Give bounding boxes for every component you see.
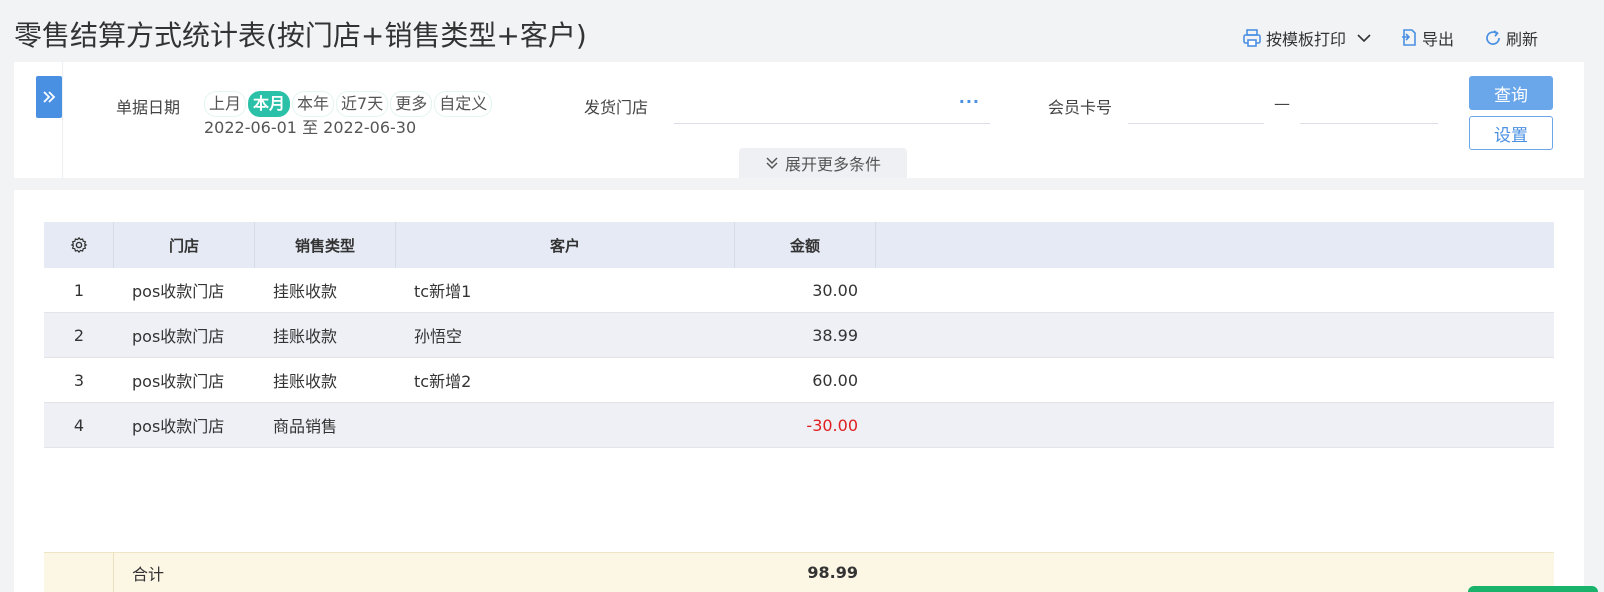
print-template-label: 按模板打印 — [1265, 30, 1346, 49]
member-card-separator: — — [1274, 94, 1290, 113]
total-filler — [876, 553, 1554, 592]
column-header-customer[interactable]: 客户 — [396, 222, 735, 268]
table-row[interactable]: 4 pos收款门店 商品销售 -30.00 — [44, 403, 1554, 448]
member-card-to-input[interactable] — [1300, 88, 1438, 124]
export-button[interactable]: 导出 — [1400, 26, 1454, 50]
total-amount: 98.99 — [807, 563, 858, 582]
row-sale-type: 挂账收款 — [273, 372, 338, 391]
row-store: pos收款门店 — [132, 372, 225, 391]
refresh-label: 刷新 — [1505, 30, 1538, 49]
row-amount: 60.00 — [812, 370, 858, 390]
row-index: 4 — [73, 415, 85, 435]
row-amount: 30.00 — [812, 280, 858, 300]
date-filter-label: 单据日期 — [116, 98, 181, 117]
table-row[interactable]: 2 pos收款门店 挂账收款 孙悟空 38.99 — [44, 313, 1554, 358]
expand-more-conditions-button[interactable]: 展开更多条件 — [739, 148, 907, 178]
floating-action-tab[interactable] — [1468, 586, 1598, 592]
refresh-button[interactable]: 刷新 — [1484, 26, 1538, 50]
column-header-amount[interactable]: 金额 — [735, 222, 876, 268]
member-card-from-input[interactable] — [1128, 88, 1264, 124]
table-panel: 门店 销售类型 客户 金额 1 pos收款门店 挂账收款 tc新增1 30.00… — [14, 190, 1584, 592]
table-row[interactable]: 1 pos收款门店 挂账收款 tc新增1 30.00 — [44, 268, 1554, 313]
refresh-icon — [1486, 30, 1500, 45]
table-header: 门店 销售类型 客户 金额 — [44, 222, 1554, 268]
row-customer: tc新增1 — [414, 282, 472, 301]
row-index: 3 — [73, 370, 85, 390]
page-title: 零售结算方式统计表(按门店+销售类型+客户) — [14, 19, 587, 52]
column-header-sale-type[interactable]: 销售类型 — [255, 222, 396, 268]
total-index-cell — [44, 553, 114, 592]
column-settings-button[interactable] — [44, 222, 114, 268]
row-store: pos收款门店 — [132, 417, 225, 436]
settings-button[interactable]: 设置 — [1469, 116, 1553, 150]
column-header-store[interactable]: 门店 — [114, 222, 255, 268]
total-empty-cell — [255, 553, 396, 592]
more-icon[interactable]: ··· — [959, 92, 980, 111]
row-filler — [876, 403, 1554, 447]
row-sale-type: 商品销售 — [273, 417, 338, 436]
row-filler — [876, 358, 1554, 402]
panel-divider — [62, 62, 63, 178]
row-customer: tc新增2 — [414, 372, 472, 391]
print-template-button[interactable]: 按模板打印 — [1242, 26, 1346, 50]
table-row[interactable]: 3 pos收款门店 挂账收款 tc新增2 60.00 — [44, 358, 1554, 403]
row-store: pos收款门店 — [132, 282, 225, 301]
row-sale-type: 挂账收款 — [273, 327, 338, 346]
row-store: pos收款门店 — [132, 327, 225, 346]
row-index: 1 — [73, 280, 85, 300]
total-row: 合计 98.99 — [44, 552, 1554, 592]
export-icon — [1401, 29, 1416, 46]
report-table: 门店 销售类型 客户 金额 1 pos收款门店 挂账收款 tc新增1 30.00… — [44, 222, 1554, 448]
store-filter-label: 发货门店 — [584, 98, 649, 117]
row-sale-type: 挂账收款 — [273, 282, 338, 301]
export-label: 导出 — [1421, 30, 1454, 49]
gear-icon — [70, 236, 87, 254]
row-amount: -30.00 — [806, 415, 858, 435]
member-card-label: 会员卡号 — [1048, 98, 1113, 117]
total-empty-cell — [396, 553, 735, 592]
column-header-filler — [876, 222, 1554, 268]
print-options-dropdown[interactable] — [1356, 30, 1372, 46]
double-chevron-down-icon — [766, 157, 778, 170]
filter-panel: 单据日期 上月 本月 本年 近7天 更多 自定义 2022-06-01 至 20… — [14, 62, 1584, 178]
expand-more-label: 展开更多条件 — [784, 155, 881, 174]
store-input[interactable]: ··· — [674, 88, 990, 124]
printer-icon — [1243, 29, 1261, 47]
toggle-sidebar-button[interactable] — [36, 76, 62, 118]
double-chevron-right-icon — [43, 91, 56, 103]
row-filler — [876, 268, 1554, 312]
date-option-custom[interactable]: 自定义 — [434, 91, 493, 117]
row-filler — [876, 313, 1554, 357]
date-range-text: 2022-06-01 至 2022-06-30 — [204, 118, 417, 137]
toolbar: 按模板打印 导出 刷新 — [1242, 26, 1538, 50]
row-customer: 孙悟空 — [414, 327, 463, 346]
chevron-down-icon — [1357, 34, 1371, 43]
row-amount: 38.99 — [812, 325, 858, 345]
query-button[interactable]: 查询 — [1469, 76, 1553, 110]
row-index: 2 — [73, 325, 85, 345]
total-label: 合计 — [132, 564, 165, 584]
row-customer — [396, 403, 735, 447]
